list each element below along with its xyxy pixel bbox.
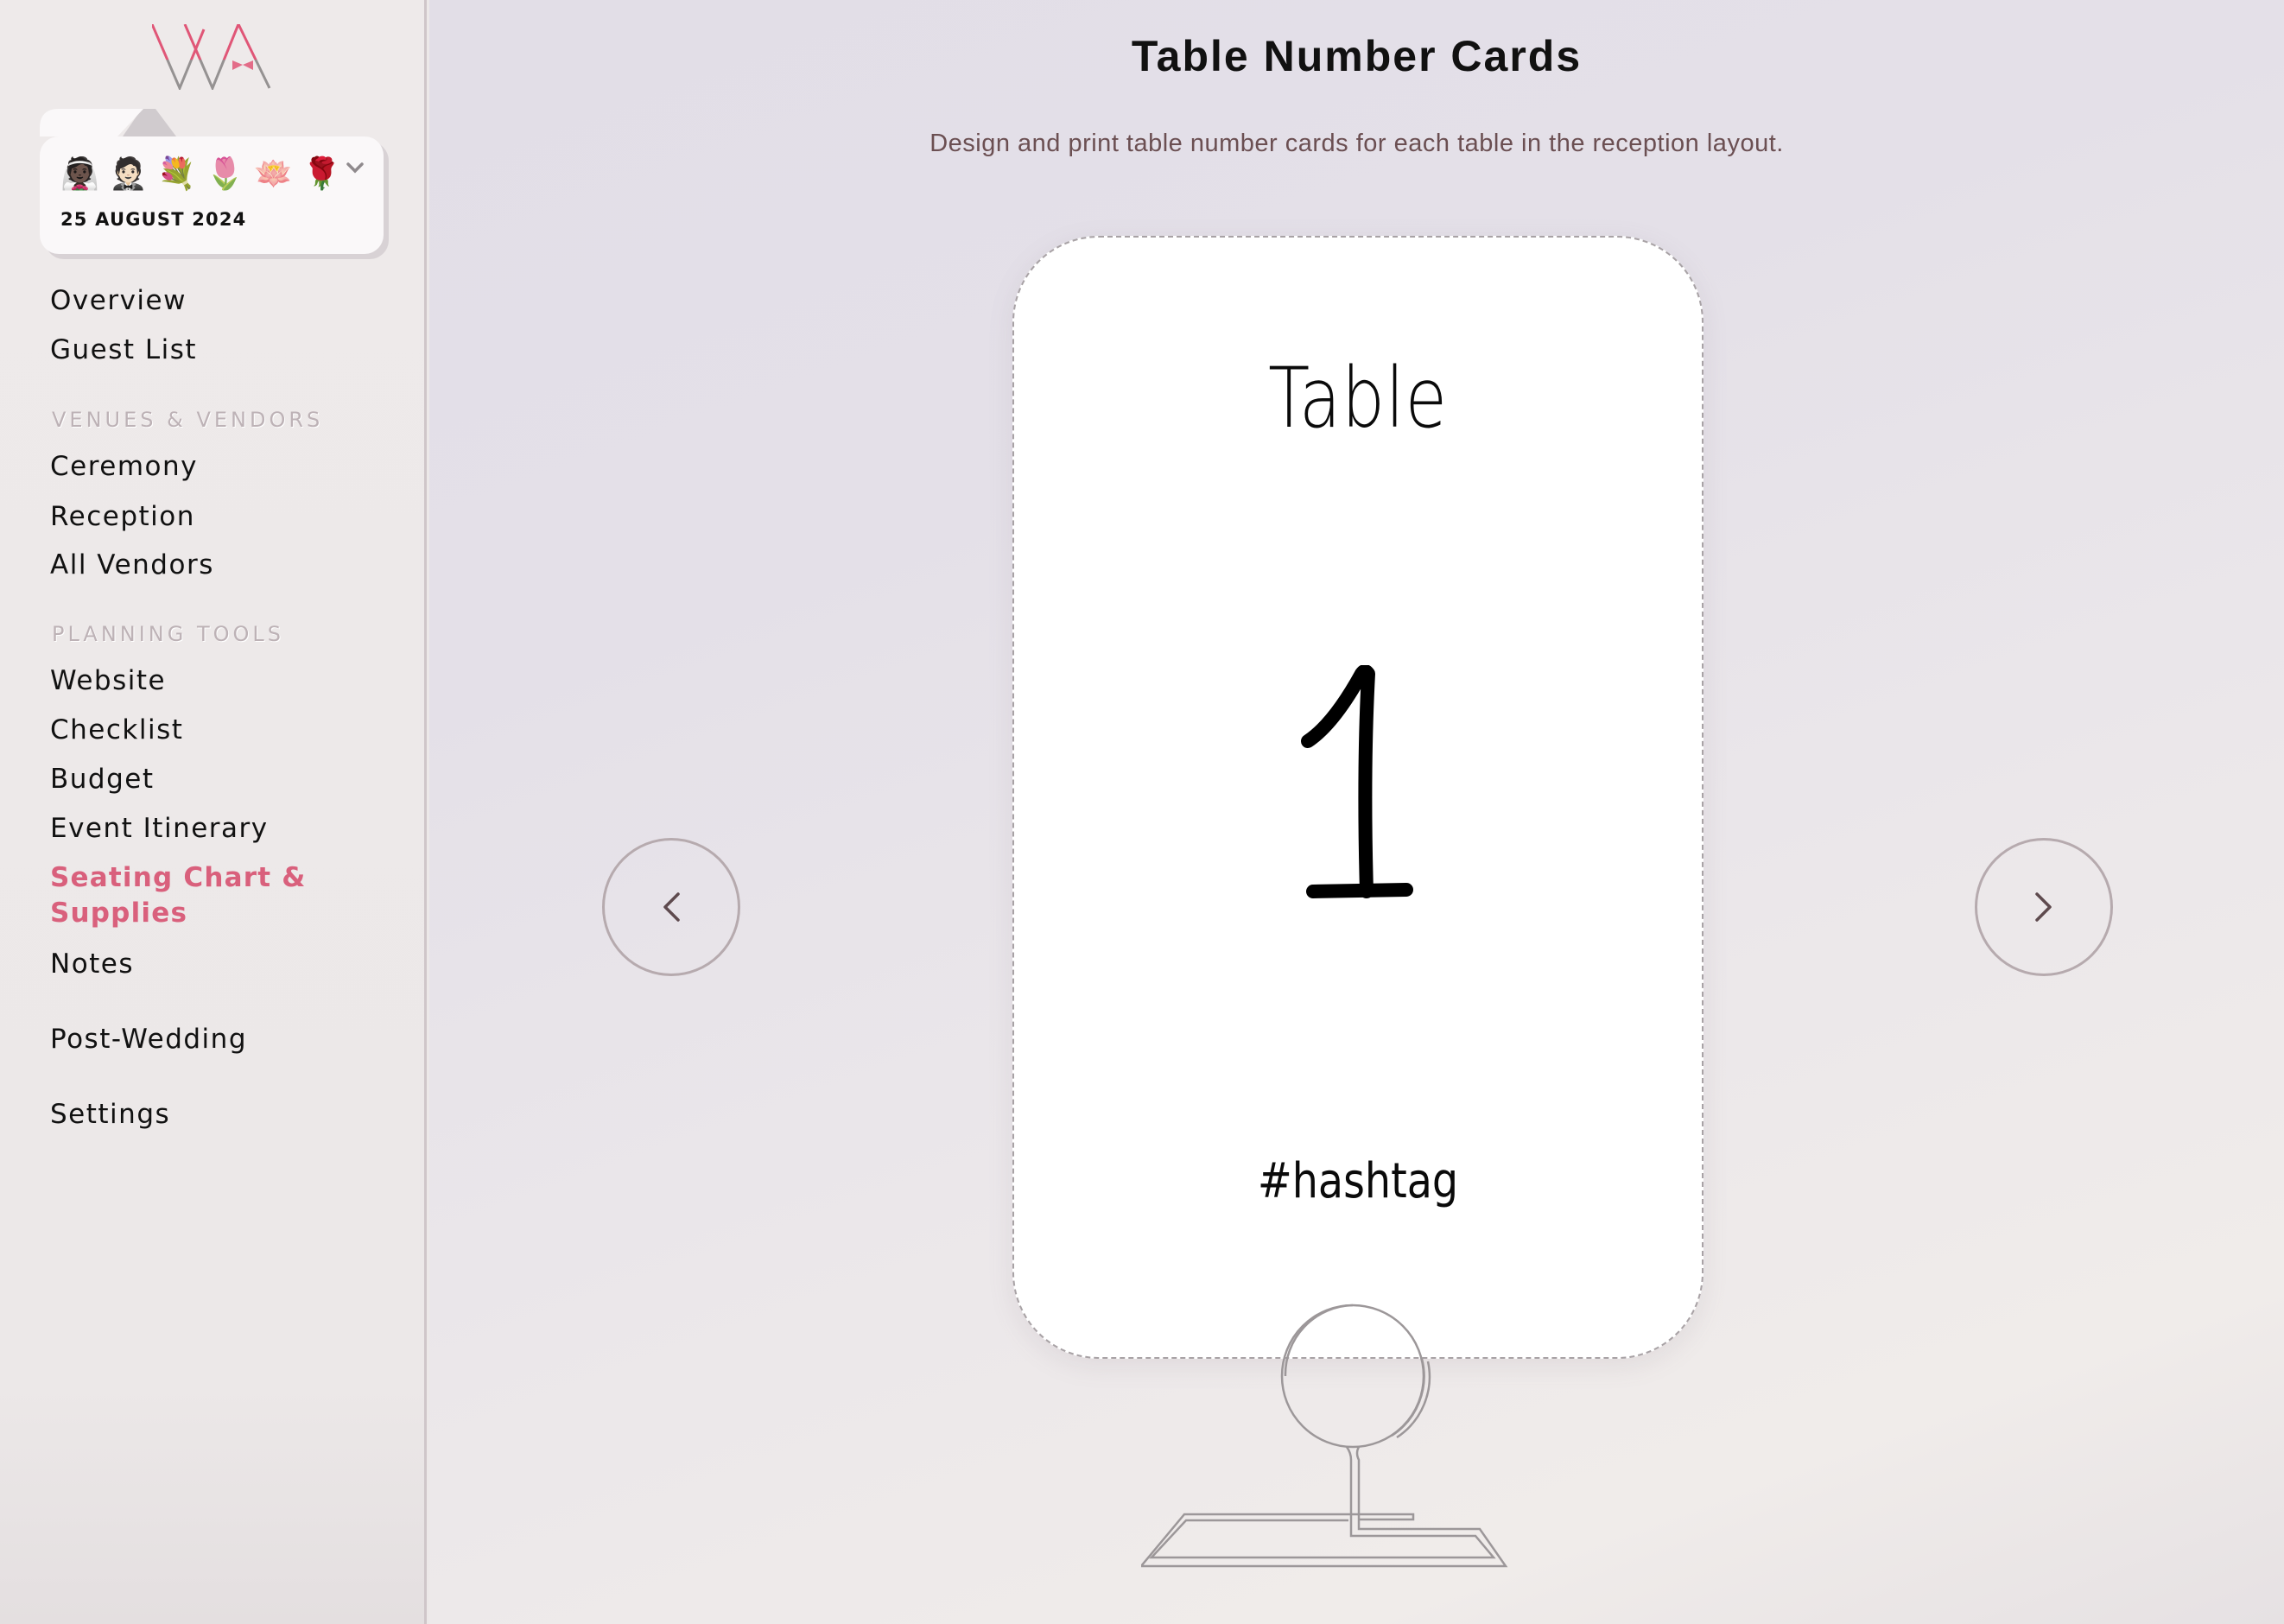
wedding-emoji-row: 👰🏿 🤵🏻 💐 🌷 🪷 🌹: [60, 155, 341, 193]
sidebar-item-guest-list[interactable]: Guest List: [50, 334, 197, 365]
table-number-card[interactable]: Table 1 #hashtag: [1012, 236, 1703, 1359]
tulip-icon: 🌷: [206, 156, 244, 192]
sidebar-item-reception[interactable]: Reception: [50, 501, 195, 532]
section-heading-venues-vendors: VENUES & VENDORS: [52, 408, 324, 432]
sidebar-item-event-itinerary[interactable]: Event Itinerary: [50, 813, 269, 844]
sidebar: 👰🏿 🤵🏻 💐 🌷 🪷 🌹 25 AUGUST 2024 Overview Gu…: [0, 0, 427, 1624]
sidebar-item-post-wedding[interactable]: Post-Wedding: [50, 1024, 247, 1055]
chevron-down-icon[interactable]: [346, 161, 365, 174]
sidebar-item-checklist[interactable]: Checklist: [50, 714, 183, 745]
section-heading-planning-tools: PLANNING TOOLS: [52, 622, 285, 646]
main-content: Table Number Cards Design and print tabl…: [429, 0, 2284, 1624]
sidebar-item-seating-chart-supplies[interactable]: Seating Chart & Supplies: [50, 860, 309, 931]
sidebar-item-settings[interactable]: Settings: [50, 1099, 170, 1130]
sidebar-item-budget[interactable]: Budget: [50, 764, 155, 795]
chevron-left-icon: [663, 892, 680, 922]
wedding-selector[interactable]: 👰🏿 🤵🏻 💐 🌷 🪷 🌹 25 AUGUST 2024: [40, 136, 384, 254]
groom-icon: 🤵🏻: [109, 156, 148, 192]
chevron-right-icon: [2035, 892, 2052, 922]
lotus-icon: 🪷: [254, 156, 293, 192]
previous-card-button[interactable]: [602, 838, 740, 976]
sidebar-item-overview[interactable]: Overview: [50, 285, 187, 316]
page-title: Table Number Cards: [1131, 32, 1583, 80]
rose-icon: 🌹: [302, 156, 341, 192]
next-card-button[interactable]: [1975, 838, 2113, 976]
wedding-date: 25 AUGUST 2024: [60, 209, 247, 230]
bouquet-icon: 💐: [157, 156, 196, 192]
card-table-heading: Table: [1268, 350, 1448, 447]
page-subtitle: Design and print table number cards for …: [929, 130, 1784, 157]
sidebar-item-website[interactable]: Website: [50, 665, 166, 696]
app-logo[interactable]: [152, 24, 273, 90]
bride-icon: 👰🏿: [60, 156, 99, 192]
sidebar-item-all-vendors[interactable]: All Vendors: [50, 549, 214, 580]
card-table-number: 1: [1301, 665, 1413, 898]
sidebar-item-notes[interactable]: Notes: [50, 948, 134, 980]
sidebar-item-ceremony[interactable]: Ceremony: [50, 451, 198, 482]
card-hashtag: #hashtag: [1257, 1153, 1459, 1209]
